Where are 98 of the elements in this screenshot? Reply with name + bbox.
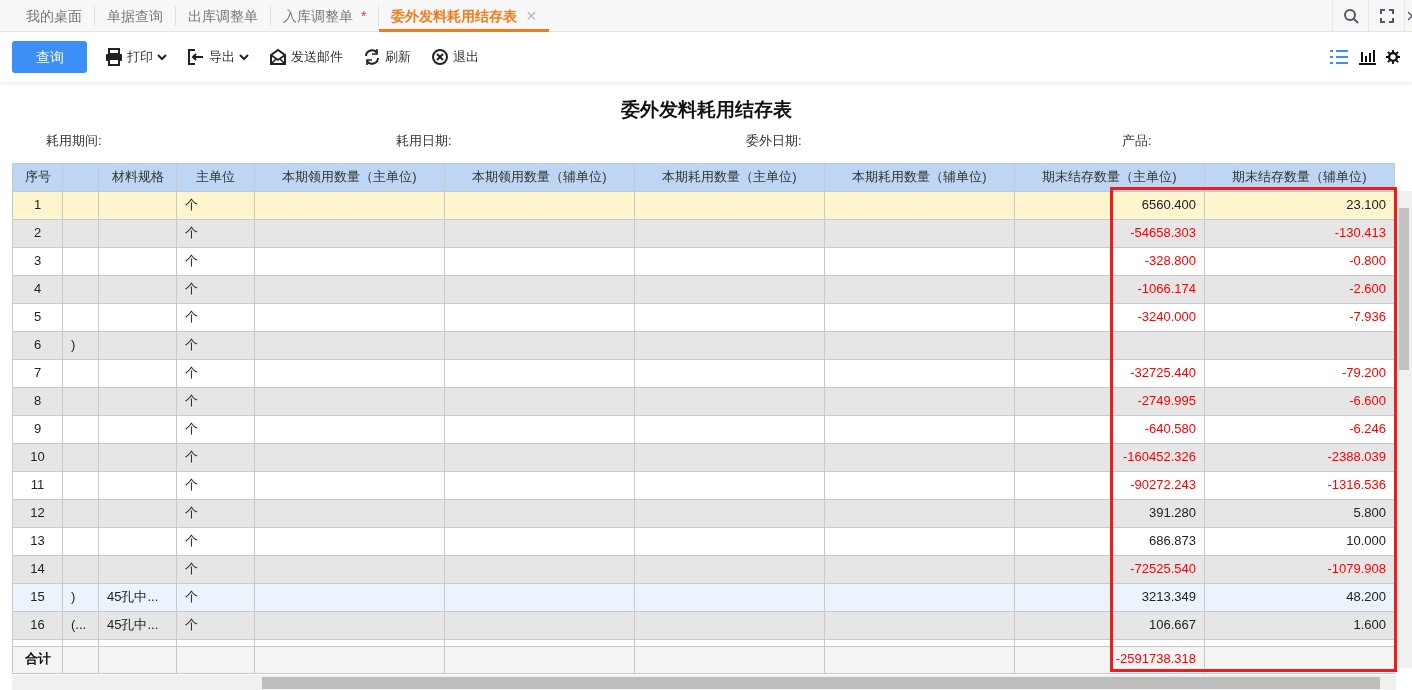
row-number: 8 [12,387,63,415]
tab[interactable]: 入库调整单 * [271,6,380,26]
refresh-icon [363,48,381,66]
column-header: 本期耗用数量（辅单位) [824,163,1015,191]
bar-chart-icon[interactable] [1358,49,1376,65]
modified-mark: * [361,6,367,26]
table-cell: 45孔中... [98,583,177,611]
toolbar-button[interactable]: 导出 [187,47,249,67]
table-cell: 5.800 [1204,499,1395,527]
column-header: 本期耗用数量（主单位) [634,163,825,191]
table-cell: 个 [176,331,255,359]
row-number: 5 [12,303,63,331]
table-cell: -130.413 [1204,219,1395,247]
table-cell: 个 [176,303,255,331]
column-header: 期末结存数量（主单位) [1014,163,1205,191]
table-cell: 45孔中... [98,611,177,639]
fullscreen-icon[interactable] [1379,8,1394,23]
toolbar-button[interactable]: 刷新 [363,47,411,67]
column-header: 材料规格 [98,163,177,191]
table-cell: -72525.540 [1014,555,1205,583]
column-header: 本期领用数量（辅单位) [444,163,635,191]
filter-label: 产品: [1122,132,1152,148]
table-cell: -90272.243 [1014,471,1205,499]
toolbar-button[interactable]: 打印 [105,47,167,67]
settings-icon[interactable] [1386,48,1400,66]
list-icon[interactable] [1330,49,1348,65]
row-number: 2 [12,219,63,247]
row-number: 16 [12,611,63,639]
row-number: 14 [12,555,63,583]
report-title: 委外发料耗用结存表 [619,98,793,122]
row-number: 13 [12,527,63,555]
filter-label: 耗用日期: [396,132,452,148]
table-cell: -2.600 [1204,275,1395,303]
tab[interactable]: 我的桌面 [0,6,95,26]
table-cell: -160452.326 [1014,443,1205,471]
column-header: 序号 [12,163,63,191]
table-cell: 个 [176,387,255,415]
close-icon[interactable] [1408,9,1412,22]
table-cell: -3240.000 [1014,303,1205,331]
table-cell: 个 [176,415,255,443]
filter-label: 耗用期间: [46,132,102,148]
filter-label: 委外日期: [746,132,802,148]
row-number: 1 [12,191,63,219]
table-cell: 个 [176,191,255,219]
table-cell: 个 [176,443,255,471]
close-circle-icon [431,48,449,66]
row-number: 15 [12,583,63,611]
table-cell: 个 [176,611,255,639]
table-cell: 个 [176,471,255,499]
table-cell: -640.580 [1014,415,1205,443]
table-cell: 3213.349 [1014,583,1205,611]
table-cell: -54658.303 [1014,219,1205,247]
table-cell: -1066.174 [1014,275,1205,303]
table-cell: 个 [176,583,255,611]
scroll-thumb[interactable] [262,676,1380,689]
total-label: 合计 [12,646,63,673]
table-cell: 个 [176,555,255,583]
table-cell: 个 [176,499,255,527]
table-cell: -328.800 [1014,247,1205,275]
table-cell: 1.600 [1204,611,1395,639]
table-cell: -2388.039 [1204,443,1395,471]
row-number: 3 [12,247,63,275]
table-cell: 个 [176,275,255,303]
table-cell: 106.667 [1014,611,1205,639]
row-number: 11 [12,471,63,499]
envelope-icon [269,48,287,66]
table-cell: 686.873 [1014,527,1205,555]
toolbar-button[interactable]: 退出 [431,47,479,67]
column-header: 本期领用数量（主单位) [254,163,445,191]
scroll-thumb[interactable] [1399,207,1409,370]
table-cell: 6560.400 [1014,191,1205,219]
column-header: 主单位 [176,163,255,191]
table-cell: 个 [176,527,255,555]
table-cell: 个 [176,219,255,247]
table-cell: 391.280 [1014,499,1205,527]
table-cell: -2749.995 [1014,387,1205,415]
table-cell: 个 [176,247,255,275]
table-cell: 个 [176,359,255,387]
table-cell: -6.600 [1204,387,1395,415]
tab[interactable]: 出库调整单 [176,6,271,26]
row-number: 6 [12,331,63,359]
printer-icon [105,48,123,66]
tab[interactable]: 单据查询 [95,6,176,26]
row-number: 12 [12,499,63,527]
table-cell: 48.200 [1204,583,1395,611]
export-icon [187,48,205,66]
query-button[interactable]: 查询 [12,41,87,73]
row-number: 9 [12,415,63,443]
table-cell: 23.100 [1204,191,1395,219]
tab[interactable]: 委外发料耗用结存表 ✕ [379,0,550,32]
search-icon[interactable] [1342,7,1359,24]
table-cell: -1079.908 [1204,555,1395,583]
horizontal-scrollbar[interactable] [12,674,1396,690]
row-number: 7 [12,359,63,387]
table-cell: -32725.440 [1014,359,1205,387]
row-number: 4 [12,275,63,303]
row-number: 10 [12,443,63,471]
toolbar-button[interactable]: 发送邮件 [269,47,343,67]
